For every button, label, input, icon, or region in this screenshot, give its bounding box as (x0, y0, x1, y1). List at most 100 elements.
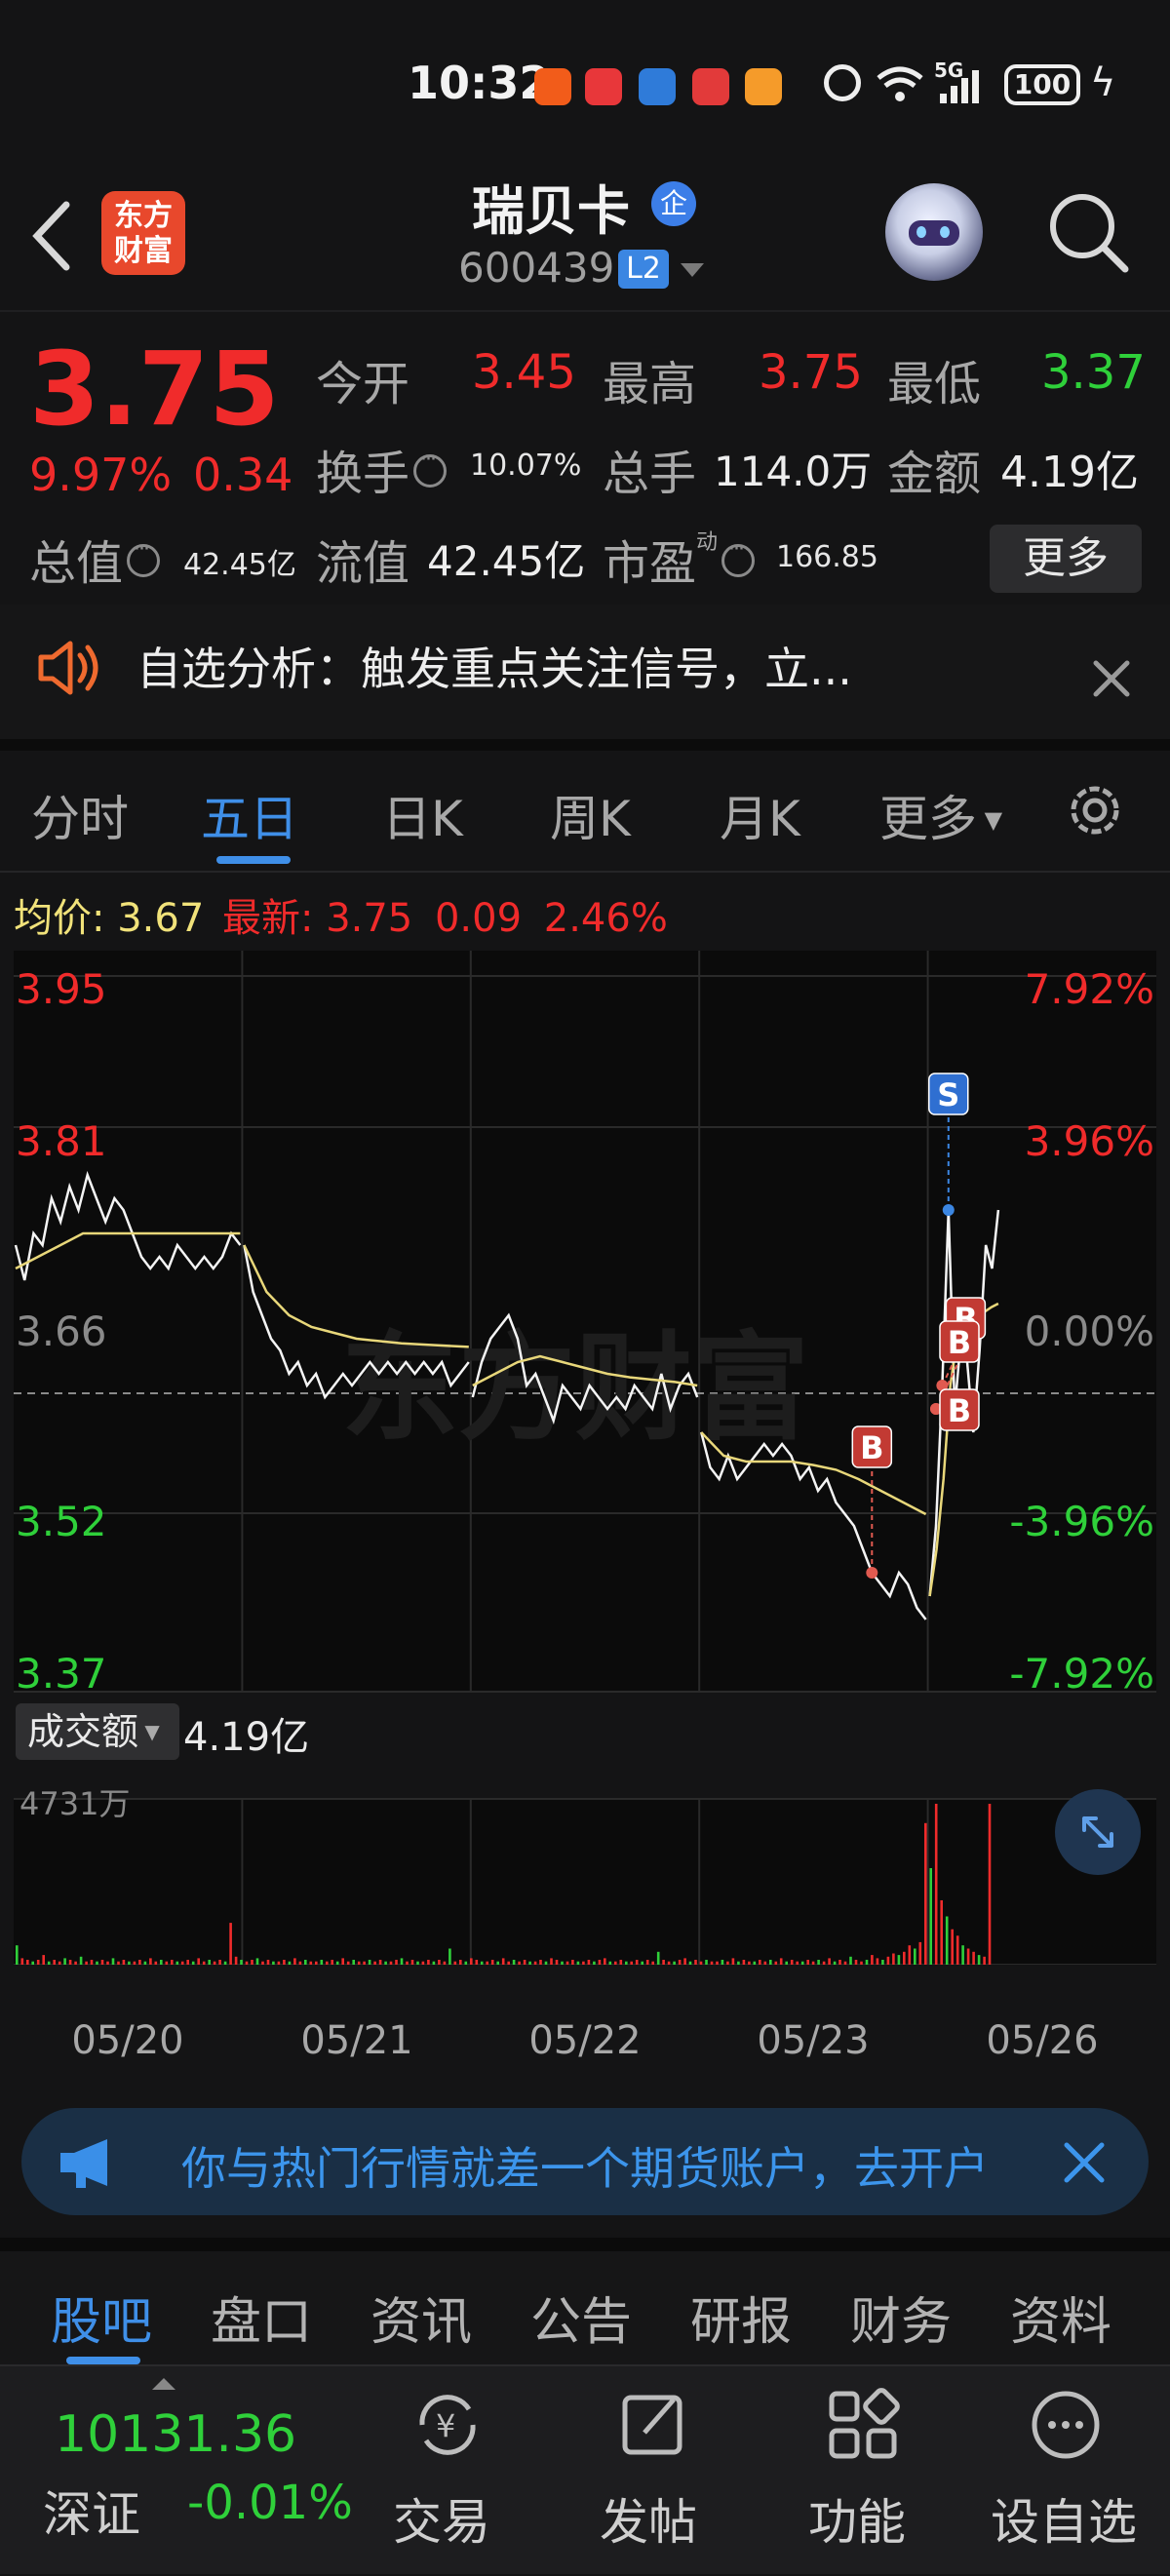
chart-info-line: 均价: 3.67 最新: 3.75 0.09 2.46% (14, 886, 668, 943)
turnover-label-text: 换手 (316, 447, 410, 501)
volume-bar (218, 1960, 221, 1965)
settings-gear-icon[interactable] (1061, 776, 1129, 844)
volume-bar (518, 1961, 521, 1965)
battery-level: 100 (1013, 68, 1072, 100)
tab-finance[interactable]: 财务 (850, 2281, 952, 2354)
pe-info-icon[interactable] (722, 537, 756, 577)
tab-order-book[interactable]: 盘口 (211, 2281, 312, 2354)
volume-bar (956, 1935, 959, 1965)
volume-bar (53, 1960, 56, 1965)
volume-bar (785, 1961, 788, 1965)
volume-bar (304, 1960, 307, 1965)
volume-bar (566, 1961, 569, 1965)
chg-pct-value: 2.46% (543, 896, 668, 941)
nav-add-watchlist[interactable]: 设自选 (991, 2366, 1137, 2576)
back-arrow-icon[interactable] (27, 197, 76, 275)
tab-more[interactable]: 更多 ▼ (879, 780, 1002, 850)
volume-bar (288, 1961, 292, 1965)
volume-bar (165, 1961, 169, 1965)
volume-bar (694, 1960, 697, 1965)
close-icon[interactable] (1063, 2141, 1106, 2184)
volume-bar (74, 1961, 77, 1965)
tab-active-indicator (216, 856, 291, 864)
tab-more-label: 更多 (879, 791, 977, 847)
volume-bar (68, 1960, 72, 1965)
shop-notification-icon (745, 68, 782, 105)
notice-text: 自选分析：触发重点关注信号，立... (136, 643, 852, 695)
volume-bar (266, 1960, 270, 1965)
futures-banner[interactable]: 你与热门行情就差一个期货账户，去开户 (21, 2108, 1149, 2215)
close-icon[interactable] (1092, 659, 1131, 698)
volume-bar (966, 1948, 970, 1965)
volume-bar (924, 1822, 927, 1965)
nav-functions-label: 功能 (808, 2494, 906, 2551)
volume-bar (490, 1960, 494, 1965)
more-button-label: 更多 (1023, 533, 1109, 583)
caret-down-icon: ▼ (138, 1720, 160, 1743)
analysis-notice[interactable]: 自选分析：触发重点关注信号，立... (0, 605, 1170, 751)
edit-post-icon (622, 2395, 682, 2455)
tab-five-day[interactable]: 五日 (201, 780, 298, 850)
nav-trade[interactable]: ¥ 交易 (369, 2366, 515, 2576)
tab-guba[interactable]: 股吧 (51, 2281, 152, 2354)
volume-bar (533, 1961, 537, 1965)
info-tabs: 股吧 盘口 资讯 公告 研报 财务 资料 (0, 2238, 1170, 2364)
volume-bar (427, 1960, 430, 1965)
volume-bar (496, 1961, 499, 1965)
tab-intraday[interactable]: 分时 (31, 780, 129, 850)
level2-badge[interactable]: L2 (618, 250, 669, 289)
y-tick-right: 7.92% (1025, 965, 1154, 1013)
tab-daily-k[interactable]: 日K (382, 780, 463, 850)
robot-assistant-icon[interactable] (885, 183, 983, 281)
volume-bar (448, 1948, 451, 1965)
volume-bar (865, 1960, 869, 1965)
search-icon[interactable] (1045, 189, 1133, 277)
expand-icon[interactable] (1055, 1789, 1141, 1875)
nav-post[interactable]: 发帖 (575, 2366, 722, 2576)
volume-type-selector[interactable]: 成交额 ▼ (16, 1703, 179, 1760)
volume-bar (656, 1951, 660, 1965)
more-dots-icon (1032, 2391, 1100, 2459)
tab-announcements[interactable]: 公告 (530, 2281, 632, 2354)
volume-bar (122, 1960, 126, 1965)
volume-bar (507, 1961, 510, 1965)
tab-monthly-k[interactable]: 月K (720, 780, 800, 850)
volume-bar (988, 1804, 992, 1965)
tab-profile[interactable]: 资料 (1010, 2281, 1112, 2354)
tab-news[interactable]: 资讯 (370, 2281, 472, 2354)
pe-label: 市盈动 (603, 525, 756, 593)
y-tick-left: 3.66 (16, 1308, 107, 1355)
volume-bar (849, 1956, 852, 1965)
volume-bar (619, 1960, 623, 1965)
chevron-down-icon[interactable] (681, 263, 704, 277)
tab-weekly-k[interactable]: 周K (550, 780, 631, 850)
volume-bar (357, 1961, 361, 1965)
tab-research[interactable]: 研报 (690, 2281, 792, 2354)
turnover-info-icon[interactable] (413, 448, 448, 488)
volume-bar (779, 1958, 783, 1965)
volume-bar (635, 1960, 639, 1965)
volume-bar (90, 1960, 94, 1965)
volume-bar (828, 1958, 831, 1965)
index-ticker[interactable]: 10131.36 深证 -0.01% (0, 2366, 353, 2576)
volume-bar (160, 1960, 163, 1965)
chg-value: 0.09 (434, 896, 523, 941)
volume-bar (796, 1961, 799, 1965)
volume-bar (245, 1961, 249, 1965)
pe-value: 166.85 (776, 540, 878, 574)
volume-bar (945, 1916, 949, 1965)
mktcap-label: 总值 (29, 525, 161, 593)
volume-bar (742, 1960, 746, 1965)
volume-bar (871, 1955, 874, 1965)
more-button[interactable]: 更多 (990, 525, 1142, 593)
nav-functions[interactable]: 功能 (784, 2366, 930, 2576)
quote-panel: 3.75 9.97% 0.34 今开 3.45 最高 3.75 最低 3.37 … (0, 312, 1170, 605)
mktcap-info-icon[interactable] (127, 537, 161, 577)
five-day-chart[interactable]: 均价: 3.67 最新: 3.75 0.09 2.46% 东方财富 SBBBB … (0, 873, 1170, 2063)
price-chart[interactable]: 东方财富 SBBBB 3.953.813.663.523.377.92%3.96… (0, 951, 1170, 1965)
y-tick-right: 0.00% (1025, 1308, 1154, 1355)
volume-label: 总手 (603, 447, 697, 501)
video-notification-icon (585, 68, 622, 105)
volume-bar (983, 1956, 986, 1965)
volume-bar (229, 1923, 232, 1965)
